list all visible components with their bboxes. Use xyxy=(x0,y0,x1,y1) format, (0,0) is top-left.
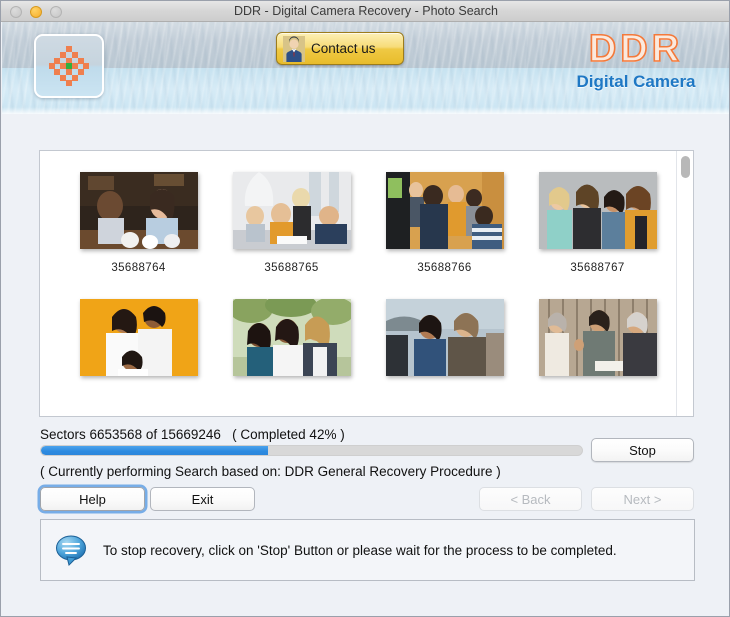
ddr-app-icon xyxy=(49,46,89,86)
thumbnail-image[interactable] xyxy=(232,299,351,376)
brand-logo-main: DDR xyxy=(588,28,684,70)
progress-bar-fill xyxy=(41,446,269,455)
next-button[interactable]: Next > xyxy=(591,487,694,511)
thumbnail-label: 35688765 xyxy=(264,262,319,274)
info-message-box: To stop recovery, click on 'Stop' Button… xyxy=(40,519,695,581)
thumbnail-item[interactable]: 35688765 xyxy=(215,172,368,274)
contact-us-label: Contact us xyxy=(311,41,376,56)
thumbnail-image[interactable] xyxy=(79,172,198,249)
thumbnail-item[interactable] xyxy=(368,299,521,389)
app-icon-tile xyxy=(34,34,104,98)
info-message-text: To stop recovery, click on 'Stop' Button… xyxy=(103,542,617,558)
thumbnail-item[interactable] xyxy=(62,299,215,389)
scrollbar-thumb[interactable] xyxy=(681,156,690,178)
thumbnail-item[interactable]: 35688766 xyxy=(368,172,521,274)
thumbnail-item[interactable]: 35688767 xyxy=(521,172,674,274)
banner-bottom-fade xyxy=(2,107,729,114)
thumbnail-image[interactable] xyxy=(232,172,351,249)
stop-button[interactable]: Stop xyxy=(591,438,694,462)
current-operation-text: ( Currently performing Search based on: … xyxy=(40,464,501,479)
thumbnail-scroll-area: 35688764 35688765 35688766 35688767 xyxy=(40,151,677,416)
body-area: 35688764 35688765 35688766 35688767 Sect… xyxy=(2,114,729,616)
thumbnail-item[interactable] xyxy=(215,299,368,389)
thumbnail-image[interactable] xyxy=(385,299,504,376)
sectors-status-text: Sectors 6653568 of 15669246 ( Completed … xyxy=(40,427,345,442)
speech-bubble-icon xyxy=(56,535,86,566)
thumbnail-image[interactable] xyxy=(538,299,657,376)
title-bar: DDR - Digital Camera Recovery - Photo Se… xyxy=(1,1,729,22)
window-title: DDR - Digital Camera Recovery - Photo Se… xyxy=(234,4,498,18)
thumbnail-scrollbar[interactable] xyxy=(676,151,693,416)
thumbnail-row: 35688764 35688765 35688766 35688767 xyxy=(40,172,677,274)
app-window: DDR - Digital Camera Recovery - Photo Se… xyxy=(0,0,730,617)
thumbnail-row xyxy=(40,299,677,389)
thumbnail-item[interactable] xyxy=(521,299,674,389)
exit-button[interactable]: Exit xyxy=(150,487,255,511)
thumbnail-image[interactable] xyxy=(538,172,657,249)
progress-bar xyxy=(40,445,583,456)
back-button[interactable]: < Back xyxy=(479,487,582,511)
brand-logo: DDR Digital Camera xyxy=(561,28,711,93)
thumbnail-label: 35688764 xyxy=(111,262,166,274)
thumbnail-label: 35688766 xyxy=(417,262,472,274)
contact-us-button[interactable]: Contact us xyxy=(276,32,404,65)
person-icon xyxy=(283,35,305,62)
thumbnail-image[interactable] xyxy=(385,172,504,249)
thumbnail-panel: 35688764 35688765 35688766 35688767 xyxy=(39,150,694,417)
thumbnail-label: 35688767 xyxy=(570,262,625,274)
brand-logo-sub: Digital Camera xyxy=(576,72,696,91)
thumbnail-item[interactable]: 35688764 xyxy=(62,172,215,274)
help-button[interactable]: Help xyxy=(40,487,145,511)
thumbnail-image[interactable] xyxy=(79,299,198,376)
